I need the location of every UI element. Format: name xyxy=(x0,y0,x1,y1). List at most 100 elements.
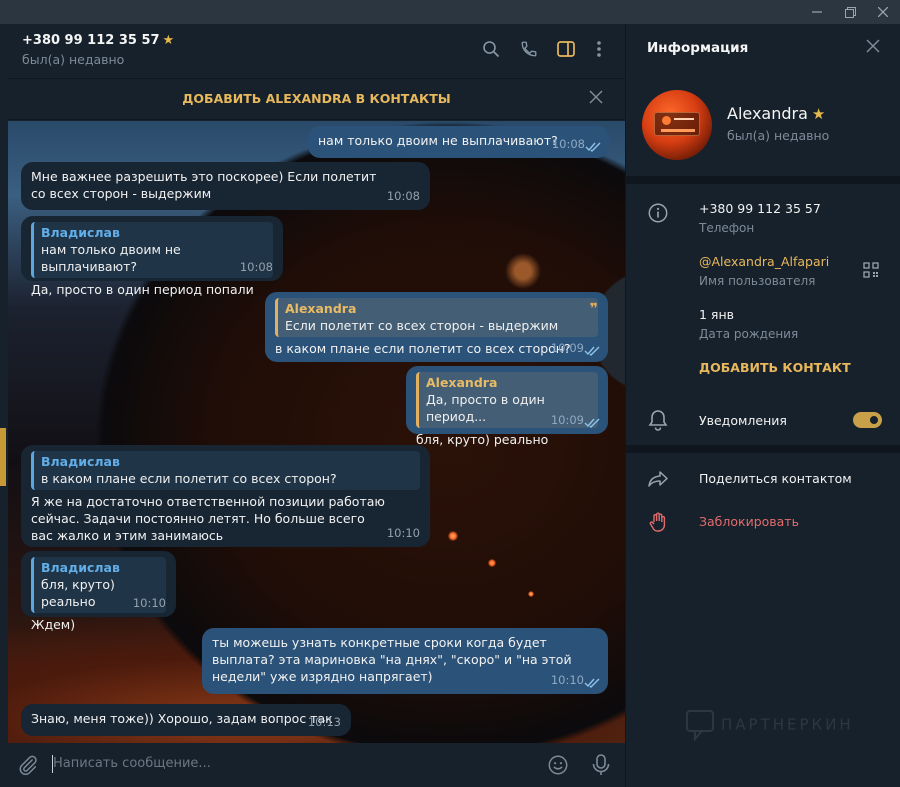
background-star xyxy=(448,531,458,541)
quote-author: Alexandra xyxy=(285,301,357,316)
search-button[interactable] xyxy=(480,38,502,60)
double-check-icon xyxy=(584,678,600,688)
call-button[interactable] xyxy=(518,38,540,60)
message-bubble-outgoing[interactable]: ты можешь узнать конкретные сроки когда … xyxy=(202,628,608,694)
share-icon xyxy=(647,468,669,490)
message-time: 10:10 xyxy=(132,596,166,610)
message-bubble-outgoing[interactable]: Alexandra Если полетит со всех сторон - … xyxy=(265,292,608,362)
message-bubble-outgoing[interactable]: Alexandra Да, просто в один период... бл… xyxy=(406,366,608,447)
block-user-button[interactable]: Заблокировать xyxy=(699,514,799,529)
message-time: 10:10 xyxy=(386,526,420,540)
reply-quote[interactable]: Владислав нам только двоим не выплачиваю… xyxy=(31,222,273,278)
message-text: Да, просто в один период попали xyxy=(31,282,254,297)
star-icon: ★ xyxy=(811,105,826,123)
message-time: 10:09 xyxy=(550,413,584,427)
message-text: бля, круто) реально xyxy=(416,432,549,447)
add-bar-close-button[interactable] xyxy=(589,90,607,108)
reply-quote[interactable]: Alexandra Если полетит со всех сторон - … xyxy=(275,298,598,337)
chat-title[interactable]: +380 99 112 35 57 ★ xyxy=(22,33,174,48)
add-contact-bar: ДОБАВИТЬ ALEXANDRA В КОНТАКТЫ xyxy=(8,78,625,120)
quote-text: нам только двоим не выплачивают? xyxy=(41,242,181,274)
attach-button[interactable] xyxy=(17,754,39,776)
notifications-label: Уведомления xyxy=(699,413,787,428)
reply-quote[interactable]: Владислав в каком плане если полетит со … xyxy=(31,451,420,490)
minimize-icon xyxy=(812,11,822,13)
section-divider xyxy=(626,445,900,453)
quote-author: Владислав xyxy=(41,560,120,575)
message-bubble-incoming[interactable]: Мне важнее разрешить это поскорее) Если … xyxy=(21,162,430,210)
background-star xyxy=(488,559,496,567)
quote-author: Владислав xyxy=(41,225,120,240)
message-time: 10:08 xyxy=(551,137,585,151)
message-text: ты можешь узнать конкретные сроки когда … xyxy=(212,635,572,684)
emoji-button[interactable] xyxy=(547,754,569,776)
birthday-value: 1 янв xyxy=(699,307,734,322)
chat-pane: +380 99 112 35 57 ★ был(а) недавно ДОБАВИ… xyxy=(0,24,625,787)
message-input[interactable]: Написать сообщение... xyxy=(53,756,211,771)
phone-icon xyxy=(521,41,537,57)
voice-button[interactable] xyxy=(590,753,612,777)
add-contact-bar-button[interactable]: ДОБАВИТЬ ALEXANDRA В КОНТАКТЫ xyxy=(8,91,625,106)
message-time: 10:13 xyxy=(307,715,341,729)
message-bubble-incoming[interactable]: Владислав в каком плане если полетит со … xyxy=(21,445,430,547)
block-hand-icon xyxy=(647,511,669,533)
phone-label: Телефон xyxy=(699,221,755,235)
share-contact-button[interactable]: Поделиться контактом xyxy=(699,471,852,486)
side-marker xyxy=(0,428,6,486)
section-divider xyxy=(626,176,900,184)
add-contact-button[interactable]: ДОБАВИТЬ КОНТАКТ xyxy=(699,360,851,375)
qr-code-icon xyxy=(863,262,879,278)
username-link[interactable]: @Alexandra_Alfapari xyxy=(699,254,829,269)
microphone-icon xyxy=(592,754,610,775)
restore-icon xyxy=(844,6,856,18)
message-bubble-incoming[interactable]: Знаю, меня тоже)) Хорошо, задам вопрос т… xyxy=(21,704,351,736)
message-bubble-incoming[interactable]: Владислав нам только двоим не выплачиваю… xyxy=(21,216,283,297)
double-check-icon xyxy=(584,346,600,356)
birthday-label: Дата рождения xyxy=(699,327,799,341)
double-check-icon xyxy=(585,142,601,152)
quote-text: в каком плане если полетит со всех сторо… xyxy=(41,471,337,486)
profile-name: Alexandra ★ xyxy=(727,104,825,123)
quote-author: Alexandra xyxy=(426,375,498,390)
sidebar-icon xyxy=(557,41,575,57)
toggle-knob xyxy=(868,414,880,426)
info-panel: Информация Alexandra ★ был(а) недавно +38… xyxy=(625,24,900,787)
avatar-logo-line xyxy=(674,118,694,120)
minimize-button[interactable] xyxy=(800,0,834,24)
message-time: 10:10 xyxy=(550,673,584,687)
close-icon xyxy=(866,39,880,53)
avatar[interactable] xyxy=(642,90,712,160)
notifications-toggle[interactable] xyxy=(853,412,882,428)
qr-code-button[interactable] xyxy=(863,262,881,280)
close-icon xyxy=(589,90,603,104)
watermark-logo-icon xyxy=(686,710,714,742)
info-icon xyxy=(647,202,669,224)
message-text: в каком плане если полетит со всех сторо… xyxy=(275,341,571,356)
message-text: Знаю, меня тоже)) Хорошо, задам вопрос т… xyxy=(31,711,333,726)
double-check-icon xyxy=(584,418,600,428)
sidebar-toggle-button[interactable] xyxy=(555,38,577,60)
restore-button[interactable] xyxy=(833,0,867,24)
message-bubble-incoming[interactable]: Владислав бля, круто) реально Ждем) 10:1… xyxy=(21,551,176,632)
chat-status: был(а) недавно xyxy=(22,52,125,67)
message-list[interactable]: нам только двоим не выплачивают? 10:08 М… xyxy=(8,121,625,743)
profile-name-text: Alexandra xyxy=(727,104,808,123)
phone-value[interactable]: +380 99 112 35 57 xyxy=(699,201,821,216)
close-icon xyxy=(878,7,888,17)
message-text: Ждем) xyxy=(31,617,76,632)
watermark: ПАРТНЕРКИН xyxy=(685,709,854,742)
message-composer: Написать сообщение... xyxy=(0,743,625,787)
message-time: 10:08 xyxy=(386,189,420,203)
title-bar xyxy=(0,0,900,24)
chat-header[interactable]: +380 99 112 35 57 ★ был(а) недавно xyxy=(8,24,625,78)
message-bubble-outgoing[interactable]: нам только двоим не выплачивают? 10:08 xyxy=(308,126,609,158)
more-icon xyxy=(597,41,601,57)
smile-icon xyxy=(548,755,568,775)
close-window-button[interactable] xyxy=(866,0,900,24)
quote-mark-icon: ❞ xyxy=(589,301,598,317)
chat-title-text: +380 99 112 35 57 xyxy=(22,33,160,48)
info-close-button[interactable] xyxy=(866,39,884,57)
message-text: Мне важнее разрешить это поскорее) Если … xyxy=(31,169,377,201)
more-button[interactable] xyxy=(588,38,610,60)
message-text: Я же на достаточно ответственной позиции… xyxy=(31,494,385,543)
